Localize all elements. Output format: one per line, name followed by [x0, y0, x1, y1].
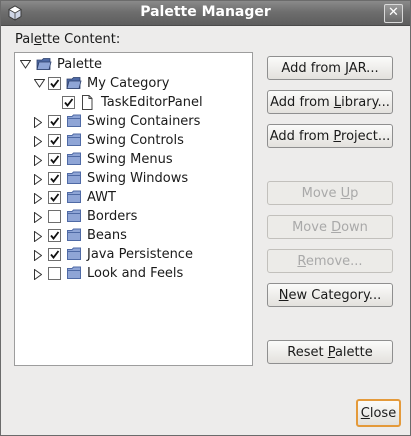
add-from-project-button[interactable]: Add from Project...: [267, 124, 393, 148]
palette-content-label-mnemonic: e: [33, 32, 42, 47]
palette-content-label: Palette Content:: [15, 32, 120, 47]
add-from-project-button-pre: Add from: [269, 129, 334, 144]
tree-item-label: Swing Controls: [87, 133, 184, 148]
tree-item-label: Look and Feels: [87, 266, 184, 281]
folder-icon: [66, 152, 82, 166]
folder-icon: [66, 228, 82, 242]
move-up-button-post: p: [350, 186, 359, 201]
folder-icon: [66, 171, 82, 185]
window-title: Palette Manager: [140, 4, 271, 20]
palette-folder-icon: [36, 57, 52, 71]
checked-checkbox[interactable]: [48, 191, 61, 204]
add-from-library-button-post: ibrary...: [341, 95, 390, 110]
title-bar[interactable]: Palette Manager ✕: [1, 1, 410, 26]
tree-item-label: Swing Menus: [87, 152, 173, 167]
expanded-triangle-icon[interactable]: [20, 55, 31, 74]
collapsed-triangle-icon[interactable]: [34, 150, 44, 169]
tree-row[interactable]: Beans: [15, 226, 250, 245]
palette-manager-dialog: Palette Manager ✕ Palette Content: Palet…: [0, 0, 411, 436]
tree-item-label: Swing Containers: [87, 114, 201, 129]
close-button-post: lose: [369, 406, 397, 421]
add-from-jar-button[interactable]: Add from JAR...: [267, 56, 393, 80]
folder-icon: [66, 133, 82, 147]
tree-item-label: AWT: [87, 190, 116, 205]
tree-item-label: TaskEditorPanel: [101, 95, 203, 110]
collapsed-triangle-icon[interactable]: [34, 188, 44, 207]
add-from-jar-button-post: AR...: [348, 61, 379, 76]
checked-checkbox[interactable]: [48, 229, 61, 242]
tree-row[interactable]: AWT: [15, 188, 250, 207]
checked-checkbox[interactable]: [48, 153, 61, 166]
folder-icon: [66, 247, 82, 261]
move-down-button-pre: Move: [292, 220, 332, 235]
new-category-button-mnemonic: N: [278, 288, 289, 303]
tree-item-label: Java Persistence: [87, 247, 193, 262]
collapsed-triangle-icon[interactable]: [34, 112, 44, 131]
move-down-button-post: own: [341, 220, 368, 235]
move-up-button-mnemonic: U: [340, 186, 351, 201]
document-icon: [80, 95, 96, 110]
move-down-button[interactable]: Move Down: [267, 215, 393, 239]
add-from-project-button-post: roject...: [341, 129, 391, 144]
tree-row[interactable]: TaskEditorPanel: [15, 93, 250, 112]
unchecked-checkbox[interactable]: [48, 267, 61, 280]
add-from-library-button-mnemonic: L: [333, 95, 342, 110]
remove-button-post: emove...: [305, 254, 363, 269]
tree-item-label: Borders: [87, 209, 138, 224]
tree-row[interactable]: Swing Controls: [15, 131, 250, 150]
tree-item-label: Palette: [57, 57, 103, 72]
reset-palette-button-mnemonic: P: [327, 345, 335, 360]
move-up-button[interactable]: Move Up: [267, 181, 393, 205]
folder-icon: [66, 190, 82, 204]
remove-button-mnemonic: R: [297, 254, 306, 269]
tree-row[interactable]: Palette: [15, 55, 250, 74]
checked-checkbox[interactable]: [48, 172, 61, 185]
category-folder-icon: [66, 76, 82, 90]
new-category-button[interactable]: New Category...: [267, 283, 393, 307]
palette-content-label-pre: Pal: [15, 32, 34, 47]
close-button-mnemonic: C: [360, 406, 370, 421]
tree-row[interactable]: Java Persistence: [15, 245, 250, 264]
expanded-triangle-icon[interactable]: [34, 74, 45, 93]
checked-checkbox[interactable]: [48, 134, 61, 147]
tree-row[interactable]: Swing Containers: [15, 112, 250, 131]
collapsed-triangle-icon[interactable]: [34, 169, 44, 188]
folder-icon: [66, 209, 82, 223]
folder-icon: [66, 266, 82, 280]
add-from-jar-button-pre: Add from: [281, 61, 346, 76]
window-close-button[interactable]: ✕: [384, 4, 403, 23]
palette-content-label-post: tte Content:: [41, 32, 121, 47]
add-from-library-button-pre: Add from: [270, 95, 334, 110]
collapsed-triangle-icon[interactable]: [34, 207, 44, 226]
checked-checkbox[interactable]: [48, 77, 61, 90]
add-from-library-button[interactable]: Add from Library...: [267, 90, 393, 114]
tree-row[interactable]: Borders: [15, 207, 250, 226]
tree-row[interactable]: Look and Feels: [15, 264, 250, 283]
collapsed-triangle-icon[interactable]: [34, 131, 44, 150]
collapsed-triangle-icon[interactable]: [34, 264, 44, 283]
tree-item-label: Beans: [87, 228, 127, 243]
tree-row[interactable]: My Category: [15, 74, 250, 93]
palette-tree[interactable]: Palette My Category TaskEditorPanel Swing C…: [14, 52, 253, 366]
tree-item-label: Swing Windows: [87, 171, 189, 186]
move-down-button-mnemonic: D: [331, 220, 342, 235]
reset-palette-button[interactable]: Reset Palette: [267, 340, 393, 364]
move-up-button-pre: Move: [301, 186, 341, 201]
folder-icon: [66, 114, 82, 128]
checked-checkbox[interactable]: [48, 248, 61, 261]
tree-row[interactable]: Swing Windows: [15, 169, 250, 188]
tree-row[interactable]: Swing Menus: [15, 150, 250, 169]
remove-button[interactable]: Remove...: [267, 249, 393, 273]
reset-palette-button-post: alette: [334, 345, 373, 360]
reset-palette-button-pre: Reset: [287, 345, 328, 360]
add-from-project-button-mnemonic: P: [333, 129, 342, 144]
collapsed-triangle-icon[interactable]: [34, 226, 44, 245]
close-button[interactable]: Close: [356, 399, 401, 427]
tree-item-label: My Category: [87, 76, 170, 91]
checked-checkbox[interactable]: [48, 115, 61, 128]
new-category-button-post: ew Category...: [288, 288, 382, 303]
checked-checkbox[interactable]: [62, 96, 75, 109]
collapsed-triangle-icon[interactable]: [34, 245, 44, 264]
unchecked-checkbox[interactable]: [48, 210, 61, 223]
